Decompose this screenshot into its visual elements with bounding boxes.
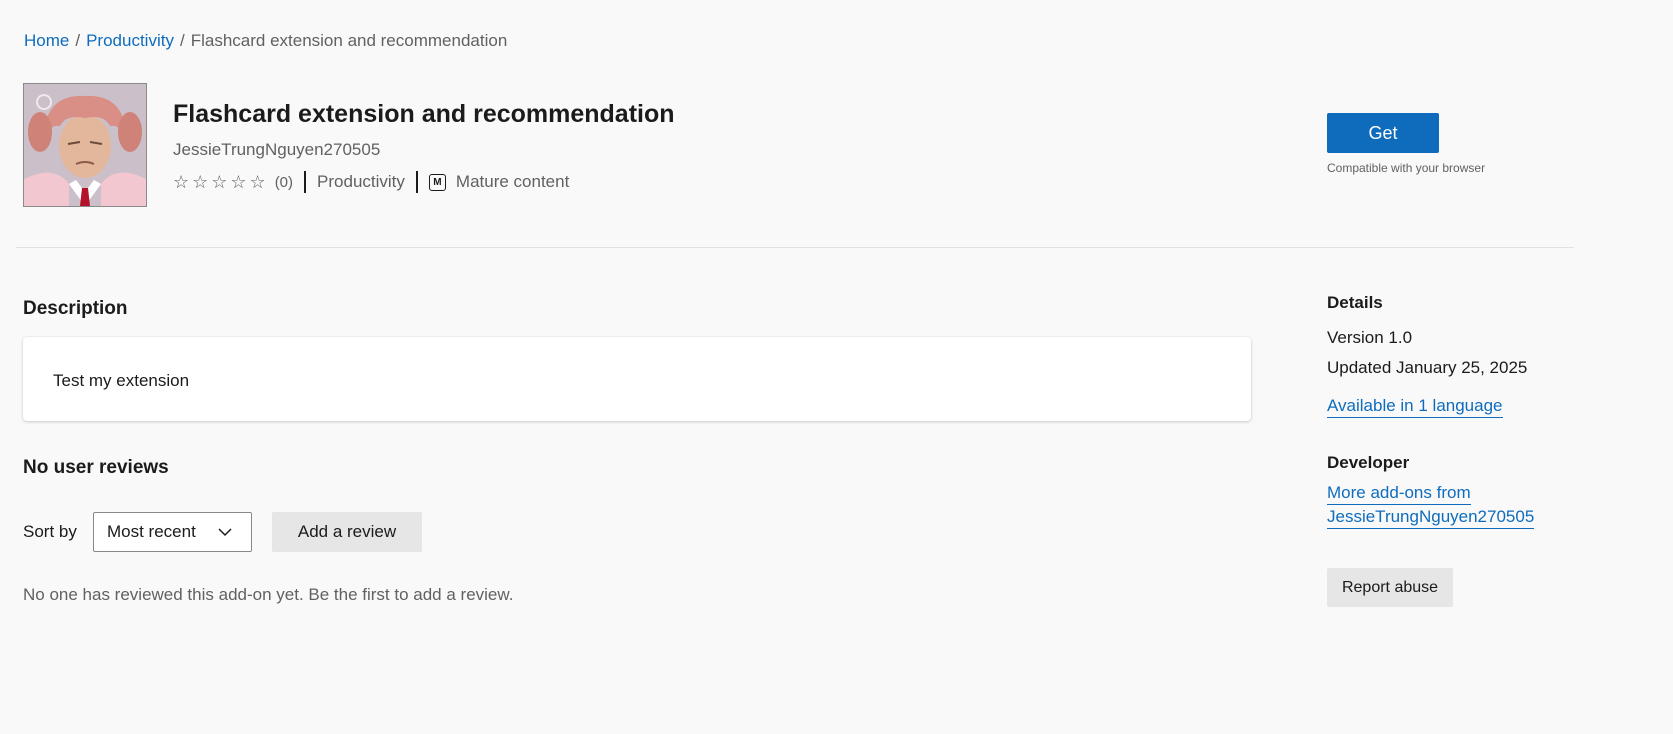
- get-button[interactable]: Get: [1327, 113, 1439, 153]
- header-divider: [16, 247, 1574, 248]
- version-text: Version 1.0: [1327, 328, 1413, 347]
- extension-logo: [23, 83, 147, 207]
- meta-row: ☆☆☆☆☆ (0) Productivity M Mature content: [173, 170, 569, 194]
- rating-stars-icon: ☆☆☆☆☆: [173, 171, 269, 192]
- add-review-button[interactable]: Add a review: [272, 512, 422, 552]
- developer-name: JessieTrungNguyen270505: [173, 140, 381, 159]
- report-abuse-button[interactable]: Report abuse: [1327, 568, 1453, 607]
- languages-link[interactable]: Available in 1 language: [1327, 395, 1503, 418]
- developer-heading: Developer: [1327, 453, 1410, 472]
- breadcrumb-home-link[interactable]: Home: [24, 31, 69, 50]
- sort-dropdown-value: Most recent: [107, 522, 196, 541]
- breadcrumb-category-link[interactable]: Productivity: [86, 31, 174, 50]
- rating-count: (0): [274, 173, 294, 191]
- breadcrumb-separator: /: [179, 31, 185, 50]
- compatibility-note: Compatible with your browser: [1327, 161, 1486, 175]
- details-heading: Details: [1327, 293, 1383, 312]
- description-card: Test my extension: [23, 337, 1251, 421]
- description-heading: Description: [23, 298, 128, 319]
- page-title: Flashcard extension and recommendation: [173, 100, 675, 128]
- meta-divider: [415, 171, 418, 193]
- more-addons-link[interactable]: More add-ons from: [1327, 482, 1471, 505]
- sort-label: Sort by: [23, 522, 77, 541]
- breadcrumb-separator: /: [75, 31, 81, 50]
- sort-dropdown[interactable]: Most recent: [93, 512, 252, 552]
- category-label: Productivity: [317, 172, 405, 191]
- mature-content-icon: M: [428, 173, 446, 191]
- meta-divider: [304, 171, 307, 193]
- breadcrumb: Home / Productivity / Flashcard extension an…: [24, 31, 507, 51]
- no-reviews-message: No one has reviewed this add-on yet. Be …: [23, 585, 514, 604]
- chevron-down-icon: [218, 528, 232, 537]
- description-text: Test my extension: [53, 371, 190, 390]
- mature-content-label: Mature content: [455, 172, 570, 191]
- more-addons-link-developer[interactable]: JessieTrungNguyen270505: [1327, 506, 1535, 529]
- extension-logo-image: [24, 84, 146, 206]
- updated-text: Updated January 25, 2025: [1327, 358, 1528, 377]
- reviews-heading: No user reviews: [23, 457, 169, 478]
- breadcrumb-current: Flashcard extension and recommendation: [190, 31, 508, 50]
